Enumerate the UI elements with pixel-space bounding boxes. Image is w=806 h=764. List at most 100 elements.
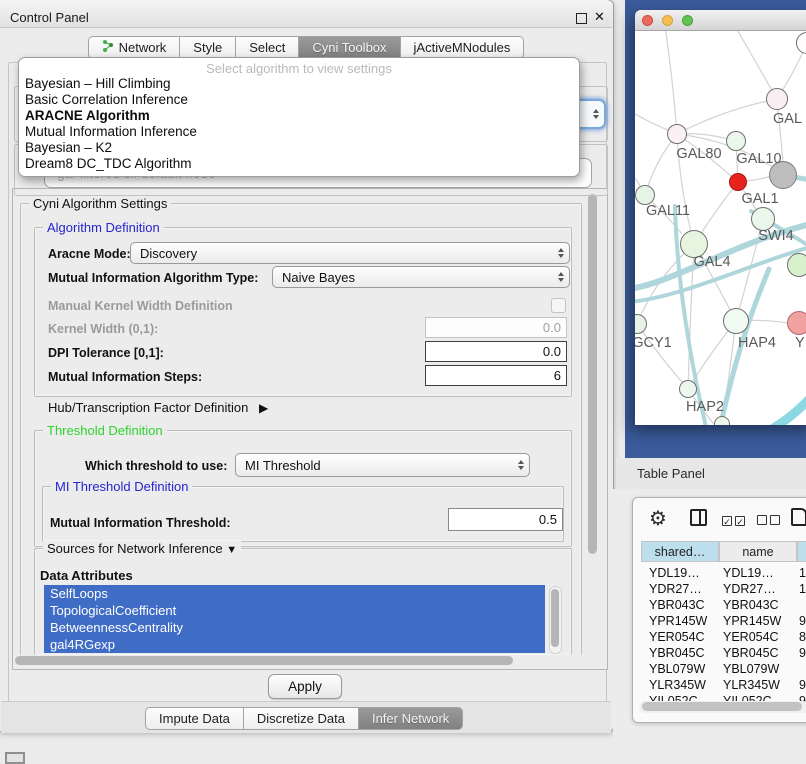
split-columns-icon[interactable]	[690, 509, 707, 526]
table-cell[interactable]: YER054C	[723, 630, 779, 644]
list-scrollbar[interactable]	[549, 586, 562, 654]
network-node-gal[interactable]	[766, 88, 788, 110]
tab-style[interactable]: Style	[180, 36, 236, 59]
table-cell[interactable]: YBR043C	[649, 598, 705, 612]
table-cell[interactable]: 9.	[799, 678, 806, 692]
dropdown-item[interactable]: Mutual Information Inference	[19, 124, 579, 140]
kernel-width-field[interactable]: 0.0	[425, 317, 567, 338]
table-cell[interactable]: YBR045C	[649, 646, 705, 660]
list-item[interactable]: TopologicalCoefficient	[44, 602, 545, 619]
dropdown-item[interactable]: Basic Correlation Inference	[19, 92, 579, 108]
mac-close-icon[interactable]	[642, 15, 653, 26]
tab-select[interactable]: Select	[236, 36, 299, 59]
table-cell[interactable]: YBL079W	[649, 662, 705, 676]
table-cell[interactable]: YDL19…	[723, 566, 774, 580]
network-window-titlebar[interactable]	[635, 10, 806, 31]
network-node-gal1[interactable]	[729, 173, 747, 191]
control-panel-title: Control Panel	[10, 10, 89, 25]
node-label-hap2: HAP2	[675, 399, 735, 415]
gear-icon[interactable]: ⚙	[649, 506, 667, 531]
manual-kernel-checkbox[interactable]	[551, 298, 566, 313]
table-cell[interactable]: 13	[799, 566, 806, 580]
network-node-gal11[interactable]	[635, 185, 655, 205]
network-canvas[interactable]: GAL80 GAL10 GAL1 GAL11 SWI4 GAL4 GCY1 HA…	[635, 31, 806, 425]
tab-cyni-toolbox-label: Cyni Toolbox	[312, 37, 386, 58]
tab-discretize-data[interactable]: Discretize Data	[244, 707, 359, 730]
aracne-mode-combo[interactable]: Discovery	[130, 242, 570, 264]
settings-horizontal-scrollbar-thumb[interactable]	[15, 656, 513, 665]
tab-infer-network-label: Infer Network	[372, 708, 449, 729]
dropdown-item[interactable]: Bayesian – Hill Climbing	[19, 76, 579, 92]
unchecked-box-icon	[757, 515, 767, 525]
network-node-hap2[interactable]	[679, 380, 697, 398]
table-cell[interactable]: YDR27…	[723, 582, 776, 596]
network-node-salmon[interactable]	[787, 311, 806, 335]
list-item[interactable]: SelfLoops	[44, 585, 545, 602]
tab-cyni-toolbox[interactable]: Cyni Toolbox	[299, 36, 400, 59]
mi-steps-field[interactable]: 6	[425, 365, 567, 386]
export-table-icon[interactable]	[791, 508, 806, 526]
table-panel-title: Table Panel	[637, 466, 705, 481]
dropdown-item[interactable]: Bayesian – K2	[19, 140, 579, 156]
tab-jactivemnodules[interactable]: jActiveMNodules	[401, 36, 525, 59]
network-node[interactable]	[714, 416, 730, 425]
table-cell[interactable]: YBR043C	[723, 598, 779, 612]
node-label-gal11: GAL11	[638, 203, 698, 219]
table-cell[interactable]: YPR145W	[649, 614, 707, 628]
network-node[interactable]	[787, 253, 806, 277]
partial-corner-icon[interactable]	[5, 752, 25, 764]
settings-horizontal-scrollbar[interactable]	[13, 655, 585, 667]
table-cell[interactable]: YBR045C	[723, 646, 779, 660]
settings-vertical-scrollbar-thumb[interactable]	[588, 194, 597, 554]
list-item[interactable]: BetweennessCentrality	[44, 619, 545, 636]
list-scrollbar-thumb[interactable]	[551, 589, 559, 647]
table-cell[interactable]: 9.	[799, 646, 806, 660]
node-label-swi4: SWI4	[746, 228, 806, 244]
control-panel-titlebar[interactable]	[0, 0, 612, 28]
select-all-icon[interactable]: ✓✓	[722, 512, 745, 530]
settings-vertical-scrollbar[interactable]	[586, 191, 599, 654]
mac-zoom-icon[interactable]	[682, 15, 693, 26]
mi-threshold-field[interactable]: 0.5	[448, 508, 563, 531]
network-node-hap4[interactable]	[723, 308, 749, 334]
column-header-label: name	[742, 545, 773, 559]
dropdown-item-selected[interactable]: ARACNE Algorithm	[19, 108, 579, 124]
dpi-tolerance-field[interactable]: 0.0	[425, 341, 567, 362]
column-header-name[interactable]: name	[719, 541, 797, 562]
deselect-all-icon[interactable]	[757, 512, 780, 530]
float-window-icon[interactable]	[576, 13, 587, 24]
apply-button[interactable]: Apply	[268, 674, 342, 699]
list-item[interactable]: gal4RGexp	[44, 636, 545, 653]
close-icon[interactable]: ✕	[594, 9, 605, 25]
network-node[interactable]	[726, 131, 746, 151]
dropdown-item[interactable]: Dream8 DC_TDC Algorithm	[19, 156, 579, 172]
table-cell[interactable]: YER054C	[649, 630, 705, 644]
column-header-cut[interactable]	[797, 541, 806, 562]
mac-minimize-icon[interactable]	[662, 15, 673, 26]
table-cell[interactable]: YLR345W	[649, 678, 706, 692]
expand-down-icon[interactable]: ▼	[226, 544, 237, 556]
table-horizontal-scrollbar-thumb[interactable]	[642, 702, 802, 711]
table-cell[interactable]: YLR345W	[723, 678, 780, 692]
table-horizontal-scrollbar[interactable]	[639, 701, 806, 713]
table-cell[interactable]: YBL079W	[723, 662, 779, 676]
which-threshold-combo[interactable]: MI Threshold	[235, 453, 530, 477]
hub-definition-expander[interactable]: Hub/Transcription Factor Definition ▶	[48, 400, 268, 415]
table-cell[interactable]: YPR145W	[723, 614, 781, 628]
tab-network[interactable]: Network	[88, 36, 181, 59]
mi-steps-label: Mutual Information Steps:	[48, 370, 202, 384]
table-cell[interactable]: 12	[799, 582, 806, 596]
mi-type-combo[interactable]: Naive Bayes	[272, 266, 570, 288]
algorithm-dropdown-popup: Select algorithm to view settings Bayesi…	[18, 57, 580, 177]
column-header-shared-name[interactable]: shared…	[641, 541, 719, 562]
table-cell[interactable]: YDR27…	[649, 582, 702, 596]
table-cell[interactable]: 9.	[799, 614, 806, 628]
data-attributes-list[interactable]: SelfLoops TopologicalCoefficient Between…	[44, 585, 545, 653]
node-label-gal4: GAL4	[682, 254, 742, 270]
table-cell[interactable]: 8.	[799, 630, 806, 644]
table-cell[interactable]: YDL19…	[649, 566, 700, 580]
tab-infer-network[interactable]: Infer Network	[359, 707, 463, 730]
tab-impute-data[interactable]: Impute Data	[145, 707, 244, 730]
node-label-gal10: GAL10	[729, 151, 789, 167]
network-node-gal80[interactable]	[667, 124, 687, 144]
